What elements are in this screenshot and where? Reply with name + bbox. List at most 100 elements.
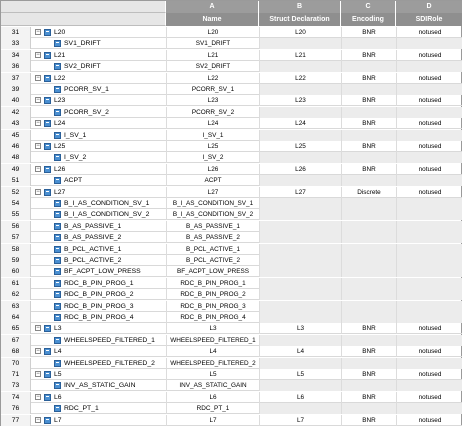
cell-encoding[interactable]: BNR	[341, 72, 396, 84]
cell-struct-declaration[interactable]	[259, 300, 341, 312]
cell-encoding[interactable]	[341, 106, 396, 118]
column-header-struct-declaration[interactable]: Struct Declaration	[259, 13, 341, 26]
cell-encoding[interactable]	[341, 357, 396, 369]
table-row[interactable]: 39 PCORR_SV_1 PCORR_SV_1	[1, 84, 462, 95]
collapse-toggle-icon[interactable]: −	[35, 188, 41, 195]
cell-name[interactable]: B_I_AS_CONDITION_SV_2	[166, 209, 259, 221]
cell-struct-declaration[interactable]: L24	[259, 118, 341, 130]
cell-struct-declaration[interactable]	[259, 38, 341, 50]
table-row[interactable]: 60 BF_ACPT_LOW_PRESS BF_ACPT_LOW_PRESS	[1, 266, 462, 278]
cell-name[interactable]: RDC_B_PIN_PROG_2	[166, 289, 259, 301]
cell-struct-declaration[interactable]	[259, 357, 341, 369]
tree-cell[interactable]: − L3	[31, 323, 166, 334]
cell-sdirole[interactable]: notused	[396, 186, 462, 198]
collapse-toggle-icon[interactable]: −	[35, 143, 41, 149]
cell-name[interactable]: WHEELSPEED_FILTERED_1	[166, 334, 259, 346]
collapse-toggle-icon[interactable]: −	[35, 348, 41, 355]
cell-struct-declaration[interactable]: L3	[259, 323, 341, 335]
tree-cell[interactable]: RDC_B_PIN_PROG_2	[31, 289, 166, 300]
cell-name[interactable]: L5	[166, 369, 259, 380]
table-row[interactable]: 62 RDC_B_PIN_PROG_2 RDC_B_PIN_PROG_2	[1, 289, 462, 301]
cell-name[interactable]: ACPT	[166, 175, 259, 187]
table-row[interactable]: 76 RDC_PT_1 RDC_PT_1	[1, 403, 462, 415]
cell-sdirole[interactable]: notused	[396, 118, 462, 130]
column-header-encoding[interactable]: Encoding	[341, 13, 396, 26]
cell-name[interactable]: B_I_AS_CONDITION_SV_1	[166, 198, 259, 209]
cell-encoding[interactable]: BNR	[341, 118, 396, 130]
row-number[interactable]: 60	[1, 266, 31, 278]
column-letter-c[interactable]: C	[341, 1, 396, 13]
tree-cell[interactable]: PCORR_SV_2	[31, 107, 166, 118]
cell-struct-declaration[interactable]: L20	[259, 27, 341, 38]
cell-struct-declaration[interactable]	[259, 61, 341, 73]
cell-name[interactable]: L4	[166, 346, 259, 358]
cell-sdirole[interactable]: notused	[396, 27, 462, 38]
collapse-toggle-icon[interactable]: −	[35, 120, 41, 127]
row-number[interactable]: 52	[1, 186, 31, 198]
table-row[interactable]: 40− L23 L23 L23 BNR notused	[1, 95, 462, 107]
tree-cell[interactable]: − L5	[31, 369, 166, 380]
cell-encoding[interactable]	[341, 232, 396, 244]
cell-encoding[interactable]: BNR	[341, 141, 396, 152]
collapse-toggle-icon[interactable]: −	[35, 51, 41, 58]
corner-cell[interactable]	[1, 1, 166, 13]
cell-name[interactable]: I_SV_1	[166, 129, 259, 141]
column-letter-d[interactable]: D	[396, 1, 462, 13]
cell-encoding[interactable]	[341, 380, 396, 392]
table-row[interactable]: 48 I_SV_2 I_SV_2	[1, 152, 462, 164]
table-row[interactable]: 43− L24 L24 L24 BNR notused	[1, 118, 462, 130]
row-number[interactable]: 56	[1, 220, 31, 232]
row-number[interactable]: 42	[1, 106, 31, 118]
table-row[interactable]: 63 RDC_B_PIN_PROG_3 RDC_B_PIN_PROG_3	[1, 300, 462, 312]
cell-struct-declaration[interactable]: L21	[259, 49, 341, 61]
cell-name[interactable]: B_AS_PASSIVE_1	[166, 220, 259, 232]
cell-struct-declaration[interactable]	[259, 152, 341, 164]
row-number[interactable]: 40	[1, 95, 31, 107]
cell-struct-declaration[interactable]	[259, 129, 341, 141]
tree-cell[interactable]: PCORR_SV_1	[31, 84, 166, 95]
cell-struct-declaration[interactable]: L25	[259, 141, 341, 152]
row-number[interactable]: 51	[1, 175, 31, 187]
cell-name[interactable]: WHEELSPEED_FILTERED_2	[166, 357, 259, 369]
cell-sdirole[interactable]	[396, 380, 462, 392]
tree-cell[interactable]: RDC_PT_1	[31, 403, 166, 414]
cell-struct-declaration[interactable]	[259, 312, 341, 323]
row-number[interactable]: 43	[1, 118, 31, 130]
cell-sdirole[interactable]	[396, 84, 462, 95]
row-number[interactable]: 77	[1, 414, 31, 426]
row-number[interactable]: 33	[1, 38, 31, 50]
collapse-toggle-icon[interactable]: −	[35, 371, 41, 377]
cell-encoding[interactable]	[341, 129, 396, 141]
cell-struct-declaration[interactable]	[259, 266, 341, 278]
tree-cell[interactable]: ACPT	[31, 175, 166, 186]
cell-name[interactable]: L25	[166, 141, 259, 152]
cell-sdirole[interactable]: notused	[396, 141, 462, 152]
cell-sdirole[interactable]: notused	[396, 72, 462, 84]
cell-sdirole[interactable]	[396, 277, 462, 289]
cell-name[interactable]: B_PCL_ACTIVE_2	[166, 255, 259, 266]
row-number[interactable]: 76	[1, 403, 31, 415]
cell-name[interactable]: L3	[166, 323, 259, 335]
tree-cell[interactable]: − L21	[31, 50, 166, 61]
tree-cell[interactable]: I_SV_2	[31, 152, 166, 163]
table-row[interactable]: 54 B_I_AS_CONDITION_SV_1 B_I_AS_CONDITION_…	[1, 198, 462, 209]
cell-struct-declaration[interactable]	[259, 380, 341, 392]
collapse-toggle-icon[interactable]: −	[35, 165, 41, 172]
row-number[interactable]: 70	[1, 357, 31, 369]
cell-sdirole[interactable]	[396, 334, 462, 346]
table-row[interactable]: 45 I_SV_1 I_SV_1	[1, 129, 462, 141]
table-row[interactable]: 74− L6 L6 L6 BNR notused	[1, 391, 462, 403]
cell-name[interactable]: INV_AS_STATIC_GAIN	[166, 380, 259, 392]
table-row[interactable]: 58 B_PCL_ACTIVE_1 B_PCL_ACTIVE_1	[1, 243, 462, 255]
cell-name[interactable]: L6	[166, 391, 259, 403]
cell-struct-declaration[interactable]	[259, 209, 341, 221]
cell-sdirole[interactable]	[396, 243, 462, 255]
tree-cell[interactable]: − L4	[31, 346, 166, 357]
cell-name[interactable]: SV1_DRIFT	[166, 38, 259, 50]
cell-sdirole[interactable]: notused	[396, 95, 462, 107]
cell-struct-declaration[interactable]	[259, 84, 341, 95]
cell-encoding[interactable]	[341, 403, 396, 415]
cell-encoding[interactable]: BNR	[341, 323, 396, 335]
tree-cell[interactable]: RDC_B_PIN_PROG_3	[31, 301, 166, 312]
table-row[interactable]: 42 PCORR_SV_2 PCORR_SV_2	[1, 106, 462, 118]
